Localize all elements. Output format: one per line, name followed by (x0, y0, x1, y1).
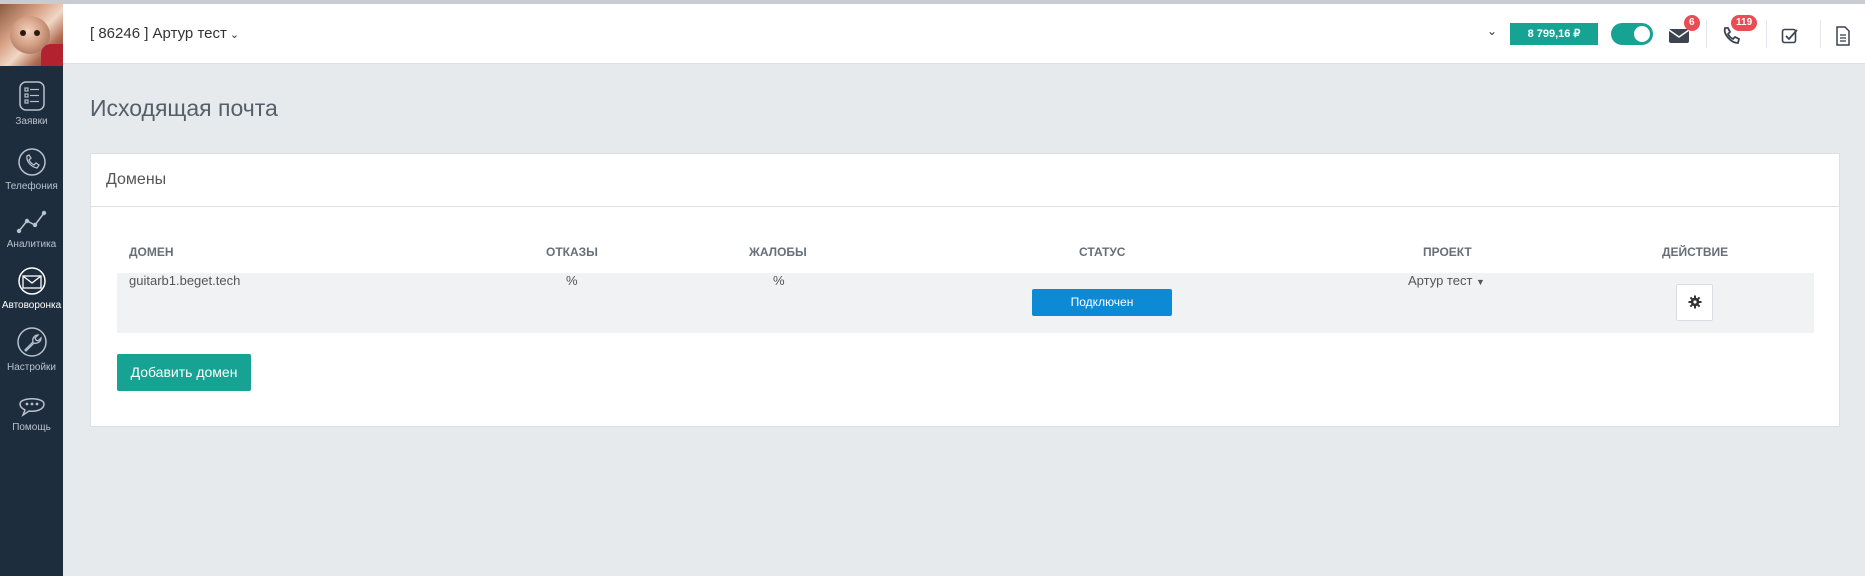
document-icon (1836, 26, 1850, 46)
column-header-bounces: ОТКАЗЫ (546, 245, 598, 259)
account-label: [ 86246 ] Артур тест (90, 25, 227, 42)
requests-icon (18, 81, 45, 111)
sidebar-item-analytics[interactable]: Аналитика (0, 209, 63, 250)
column-header-complaints: ЖАЛОБЫ (749, 245, 807, 259)
calls-count-badge: 119 (1731, 15, 1758, 31)
caret-down-icon: ▼ (1476, 277, 1485, 287)
chevron-down-icon: ⌄ (229, 29, 240, 41)
gear-icon (1688, 295, 1701, 309)
sidebar-item-label: Настройки (6, 362, 57, 373)
table-row: guitarb1.beget.tech % % Подключен Артур … (117, 273, 1814, 333)
complaints-cell: % (773, 273, 785, 288)
column-header-status: СТАТУС (1079, 245, 1126, 259)
sidebar-item-requests[interactable]: Заявки (0, 80, 63, 127)
sidebar-item-label: Аналитика (6, 239, 57, 250)
settings-button[interactable] (1676, 284, 1713, 321)
avatar-eye (34, 30, 40, 36)
page-title: Исходящая почта (90, 95, 278, 121)
analytics-icon (16, 210, 46, 234)
mail-count-badge: 6 (1684, 15, 1700, 31)
wrench-icon (16, 327, 47, 357)
domains-panel: Домены ДОМЕН ОТКАЗЫ ЖАЛОБЫ СТАТУС ПРОЕКТ… (90, 153, 1840, 427)
add-domain-button[interactable]: Добавить домен (117, 354, 251, 391)
panel-title: Домены (91, 154, 1839, 207)
status-button[interactable]: Подключен (1032, 289, 1172, 316)
toggle-knob (1634, 26, 1650, 42)
sidebar-item-settings[interactable]: Настройки (0, 326, 63, 373)
phone-icon (17, 148, 46, 176)
column-header-action: ДЕЙСТВИЕ (1662, 245, 1729, 259)
sidebar-item-telephony[interactable]: Телефония (0, 147, 63, 192)
table-header: ДОМЕН ОТКАЗЫ ЖАЛОБЫ СТАТУС ПРОЕКТ ДЕЙСТВ… (117, 245, 1814, 265)
sidebar-item-help[interactable]: Помощь (0, 392, 63, 433)
funnel-mail-icon (17, 267, 46, 295)
domain-cell: guitarb1.beget.tech (129, 273, 241, 288)
calls-button[interactable]: 119 (1721, 15, 1758, 48)
column-header-project: ПРОЕКТ (1423, 245, 1472, 259)
project-dropdown[interactable]: Артур тест ▼ (1408, 273, 1485, 288)
sidebar: Заявки Телефония Аналитика Автоворонка Н… (0, 4, 63, 576)
sidebar-item-label: Автоворонка (1, 300, 62, 311)
balance-dropdown-chevron-icon[interactable]: ⌄ (1487, 24, 1497, 38)
mode-toggle[interactable] (1611, 23, 1653, 45)
top-bar: [ 86246 ] Артур тест ⌄ ⌄ 8 799,16 ₽ 6 119 (63, 4, 1865, 64)
mail-button[interactable]: 6 (1668, 15, 1700, 48)
balance-badge[interactable]: 8 799,16 ₽ (1510, 23, 1598, 45)
sidebar-item-autofunnel[interactable]: Автоворонка (0, 266, 63, 311)
account-selector[interactable]: [ 86246 ] Артур тест ⌄ (90, 25, 239, 42)
avatar-detail (41, 44, 63, 66)
chat-icon (18, 398, 45, 417)
column-header-domain: ДОМЕН (129, 245, 174, 259)
avatar[interactable] (0, 4, 63, 66)
checkbox-icon (1781, 28, 1798, 44)
divider (1766, 20, 1767, 48)
tasks-button[interactable] (1781, 22, 1807, 48)
sidebar-item-label: Помощь (12, 422, 51, 433)
project-label: Артур тест (1408, 273, 1473, 288)
sidebar-item-label: Заявки (15, 116, 48, 127)
divider (1820, 20, 1821, 48)
divider (1706, 20, 1707, 48)
avatar-eye (20, 30, 26, 36)
sidebar-item-label: Телефония (5, 181, 58, 192)
documents-button[interactable] (1835, 22, 1861, 48)
bounces-cell: % (566, 273, 578, 288)
